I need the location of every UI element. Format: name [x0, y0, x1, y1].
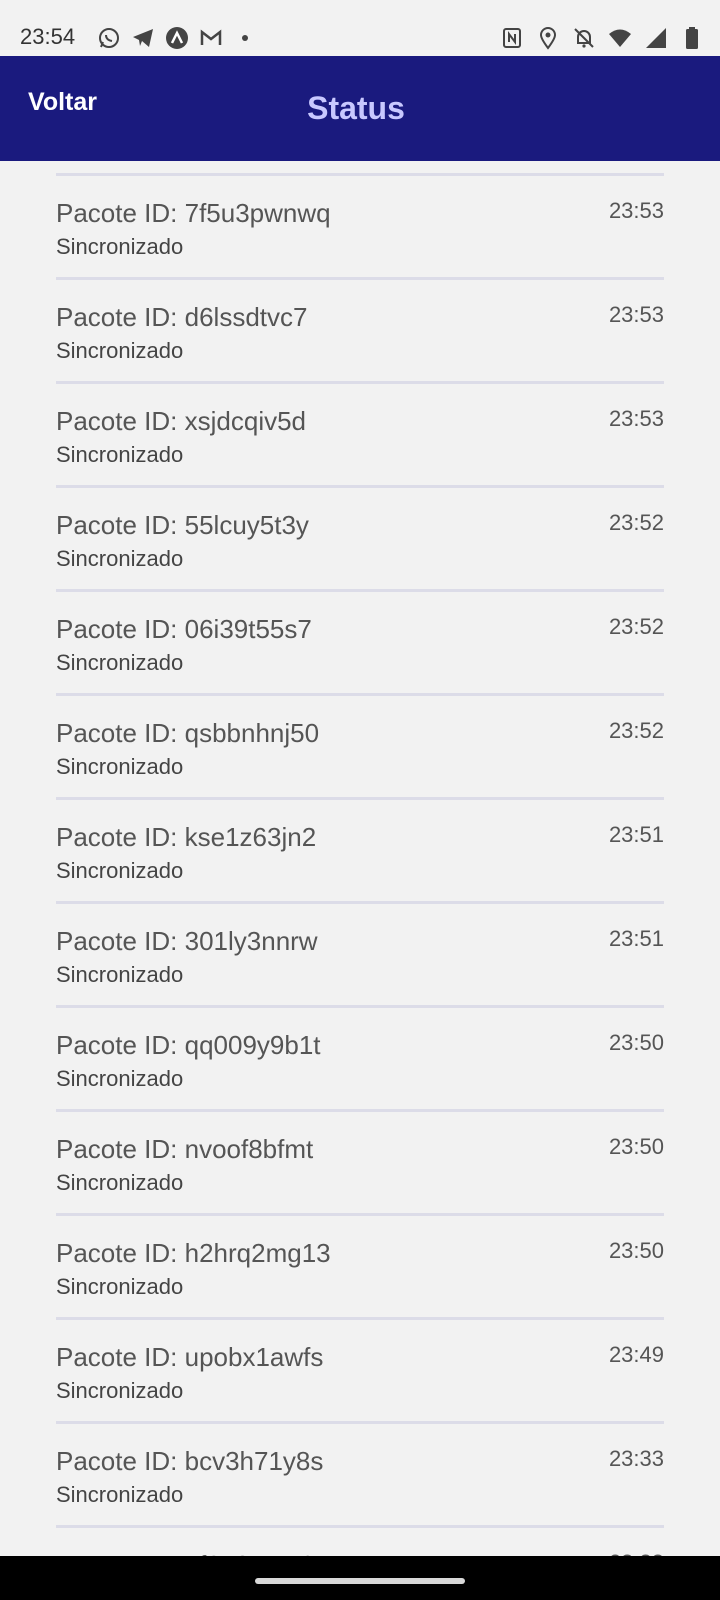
status-bar: 23:54 — [0, 0, 720, 56]
package-time-label: 23:50 — [608, 1238, 664, 1263]
sync-status-label: Sincronizado — [56, 754, 184, 779]
package-id-label: Pacote ID: 55lcuy5t3y — [56, 510, 309, 540]
package-id-label: Pacote ID: kse1z63jn2 — [56, 822, 317, 852]
package-id-label: Pacote ID: h2hrq2mg13 — [56, 1238, 331, 1268]
package-list-item[interactable]: Pacote ID: upobx1awfs Sincronizado 23:49 — [56, 1320, 664, 1421]
sync-status-label: Sincronizado — [56, 1170, 184, 1195]
battery-icon — [680, 26, 704, 50]
package-list-item[interactable]: Pacote ID: d6lssdtvc7 Sincronizado 23:53 — [56, 280, 664, 381]
package-id-label: Pacote ID: 7f5u3pwnwq — [56, 198, 331, 228]
sync-status-label: Sincronizado — [56, 1482, 184, 1507]
location-icon — [536, 26, 560, 50]
package-list-item[interactable]: Pacote ID: qsbbnhnj50 Sincronizado 23:52 — [56, 696, 664, 797]
package-time-label: 23:53 — [608, 302, 664, 327]
package-time-label: 23:52 — [608, 510, 664, 535]
package-id-label: Pacote ID: qq009y9b1t — [56, 1030, 321, 1060]
package-id-label: Pacote ID: xsjdcqiv5d — [56, 406, 307, 436]
sync-status-label: Sincronizado — [56, 858, 184, 883]
status-bar-time: 23:54 — [20, 24, 76, 49]
navigation-bar — [0, 1556, 720, 1600]
package-time-label: 23:33 — [608, 1446, 664, 1471]
wifi-icon — [608, 26, 632, 50]
whatsapp-icon — [97, 26, 121, 50]
package-time-label: 23:52 — [608, 614, 664, 639]
sync-status-label: Sincronizado — [56, 962, 184, 987]
package-time-label: 23:53 — [608, 406, 664, 431]
gmail-icon — [199, 26, 223, 50]
package-list-item[interactable]: Pacote ID: nvoof8bfmt Sincronizado 23:50 — [56, 1112, 664, 1213]
package-list-item[interactable]: Pacote ID: 1f6e0z1pr2Sincronizado23:33 — [56, 1528, 664, 1556]
package-list[interactable]: Pacote ID: 7f5u3pwnwq Sincronizado 23:53 Pa… — [0, 161, 720, 1556]
notification-icons — [97, 26, 257, 50]
package-time-label: 23:51 — [608, 822, 664, 847]
package-list-item[interactable]: Pacote ID: kse1z63jn2 Sincronizado 23:51 — [56, 800, 664, 901]
package-time-label: 23:51 — [608, 926, 664, 951]
package-list-item[interactable]: Pacote ID: bcv3h71y8s Sincronizado 23:33 — [56, 1424, 664, 1525]
package-list-item[interactable]: Pacote ID: 55lcuy5t3y Sincronizado 23:52 — [56, 488, 664, 589]
sync-status-label: Sincronizado — [56, 1274, 184, 1299]
package-list-item[interactable]: Pacote ID: 06i39t55s7 Sincronizado 23:52 — [56, 592, 664, 693]
package-id-label: Pacote ID: bcv3h71y8s — [56, 1446, 324, 1476]
sync-status-label: Sincronizado — [56, 650, 184, 675]
package-time-label: 23:53 — [608, 198, 664, 223]
package-time-label: 23:50 — [608, 1134, 664, 1159]
package-list-content: Pacote ID: 7f5u3pwnwq Sincronizado 23:53 Pa… — [56, 173, 664, 1556]
package-list-item[interactable]: Pacote ID: xsjdcqiv5d Sincronizado 23:53 — [56, 384, 664, 485]
package-id-label: Pacote ID: 301ly3nnrw — [56, 926, 318, 956]
package-list-item[interactable]: Pacote ID: qq009y9b1t Sincronizado 23:50 — [56, 1008, 664, 1109]
package-list-item[interactable]: Pacote ID: h2hrq2mg13 Sincronizado 23:50 — [56, 1216, 664, 1317]
package-time-label: 23:50 — [608, 1030, 664, 1055]
app-triangle-icon — [165, 26, 189, 50]
package-id-label: Pacote ID: upobx1awfs — [56, 1342, 324, 1372]
system-icons — [500, 26, 704, 50]
nfc-icon — [500, 26, 524, 50]
sync-status-label: Sincronizado — [56, 442, 184, 467]
package-id-label: Pacote ID: 06i39t55s7 — [56, 614, 312, 644]
package-list-item[interactable]: Pacote ID: 301ly3nnrw Sincronizado 23:51 — [56, 904, 664, 1005]
sync-status-label: Sincronizado — [56, 1378, 184, 1403]
sync-status-label: Sincronizado — [56, 1066, 184, 1091]
package-id-label: Pacote ID: qsbbnhnj50 — [56, 718, 320, 748]
package-id-label: Pacote ID: d6lssdtvc7 — [56, 302, 308, 332]
page-title: Status — [307, 90, 405, 126]
package-list-item[interactable]: Pacote ID: 7f5u3pwnwq Sincronizado 23:53 — [56, 176, 664, 277]
package-time-label: 23:49 — [608, 1342, 664, 1367]
sync-status-label: Sincronizado — [56, 546, 184, 571]
app-bar: Voltar Status — [0, 56, 720, 161]
dot-icon — [233, 26, 257, 50]
sync-status-label: Sincronizado — [56, 338, 184, 363]
package-id-label: Pacote ID: nvoof8bfmt — [56, 1134, 314, 1164]
cell-signal-icon — [644, 26, 668, 50]
package-time-label: 23:52 — [608, 718, 664, 743]
notifications-off-icon — [572, 26, 596, 50]
telegram-icon — [131, 26, 155, 50]
gesture-handle[interactable] — [255, 1578, 465, 1584]
sync-status-label: Sincronizado — [56, 234, 184, 259]
